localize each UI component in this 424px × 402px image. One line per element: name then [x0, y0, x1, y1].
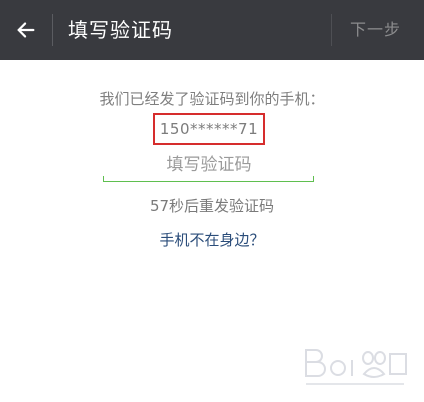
input-underline [103, 176, 314, 182]
sent-message: 我们已经发了验证码到你的手机： [99, 90, 325, 108]
verification-screen: 填写验证码 下一步 我们已经发了验证码到你的手机： 150******71 57… [0, 0, 424, 402]
phone-not-around-link[interactable]: 手机不在身边？ [0, 230, 424, 250]
page-title: 填写验证码 [68, 18, 173, 42]
phone-number-highlight: 150******71 [153, 113, 265, 145]
back-button[interactable] [8, 12, 44, 48]
next-step-button[interactable]: 下一步 [350, 19, 401, 41]
back-arrow-icon [17, 22, 35, 38]
header-divider [52, 14, 53, 46]
resend-countdown: 57秒后重发验证码 [149, 197, 275, 215]
watermark-logo [305, 349, 407, 385]
phone-number: 150******71 [159, 120, 259, 138]
header-bar: 填写验证码 下一步 [0, 0, 424, 60]
next-divider [331, 14, 332, 46]
